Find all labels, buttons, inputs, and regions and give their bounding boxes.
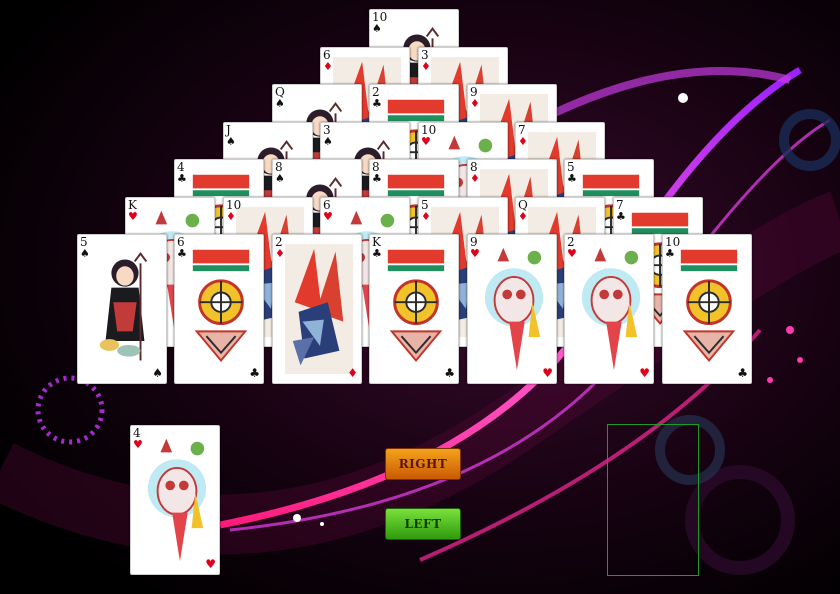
card-artwork (143, 434, 211, 566)
pyramid-card[interactable]: 9 ♥ ♥ (467, 234, 557, 384)
card-suit-icon: ♦ (470, 172, 480, 185)
card-suit-icon: ♦ (518, 210, 528, 223)
card-suit-icon: ♥ (421, 135, 431, 148)
card-artwork (480, 243, 548, 375)
pyramid-card[interactable]: 10 ♣ ♣ (662, 234, 752, 384)
discard-pile-slot[interactable] (607, 424, 699, 576)
card-suit-icon: ♠ (275, 97, 285, 110)
card-suit-icon: ♣ (567, 172, 577, 185)
pyramid-card[interactable]: 2 ♥ ♥ (564, 234, 654, 384)
pyramid-card[interactable]: 6 ♣ ♣ (174, 234, 264, 384)
card-suit-icon: ♥ (133, 438, 143, 451)
card-suit-icon: ♥ (470, 247, 480, 260)
card-suit-icon: ♥ (128, 210, 138, 223)
pyramid-card[interactable]: K ♣ ♣ (369, 234, 459, 384)
card-suit-icon-bottom: ♣ (249, 366, 260, 380)
card-artwork (187, 243, 255, 375)
pyramid-card[interactable]: 5 ♠ ♠ (77, 234, 167, 384)
card-artwork (90, 243, 158, 375)
card-suit-icon: ♣ (372, 172, 382, 185)
card-suit-icon: ♠ (275, 172, 285, 185)
card-suit-icon-bottom: ♥ (639, 366, 650, 380)
card-suit-icon-bottom: ♠ (152, 366, 163, 380)
card-suit-icon: ♠ (80, 247, 90, 260)
card-suit-icon: ♣ (665, 247, 675, 260)
card-suit-icon: ♣ (372, 247, 382, 260)
pyramid-card[interactable]: 2 ♦ ♦ (272, 234, 362, 384)
card-suit-icon: ♣ (616, 210, 626, 223)
card-suit-icon: ♦ (421, 60, 431, 73)
card-suit-icon: ♠ (323, 135, 333, 148)
card-suit-icon: ♦ (518, 135, 528, 148)
card-suit-icon: ♣ (177, 247, 187, 260)
card-suit-icon-bottom: ♣ (444, 366, 455, 380)
card-suit-icon-bottom: ♣ (737, 366, 748, 380)
card-suit-icon: ♥ (567, 247, 577, 260)
card-suit-icon: ♣ (372, 97, 382, 110)
card-artwork (285, 243, 353, 375)
card-suit-icon: ♠ (226, 135, 236, 148)
card-artwork (675, 243, 743, 375)
card-suit-icon: ♠ (372, 22, 382, 35)
card-suit-icon: ♣ (177, 172, 187, 185)
card-artwork (577, 243, 645, 375)
card-suit-icon: ♥ (323, 210, 333, 223)
left-button[interactable]: LEFT (385, 508, 461, 540)
card-suit-icon: ♦ (470, 97, 480, 110)
card-suit-icon-bottom: ♥ (205, 557, 216, 571)
card-suit-icon: ♦ (275, 247, 285, 260)
card-suit-icon: ♦ (226, 210, 236, 223)
card-suit-icon: ♦ (421, 210, 431, 223)
card-suit-icon: ♦ (323, 60, 333, 73)
right-button[interactable]: RIGHT (385, 448, 461, 480)
card-suit-icon-bottom: ♥ (542, 366, 553, 380)
card-suit-icon-bottom: ♦ (347, 366, 358, 380)
stock-top-card[interactable]: 4 ♥ ♥ (130, 425, 220, 575)
card-artwork (382, 243, 450, 375)
